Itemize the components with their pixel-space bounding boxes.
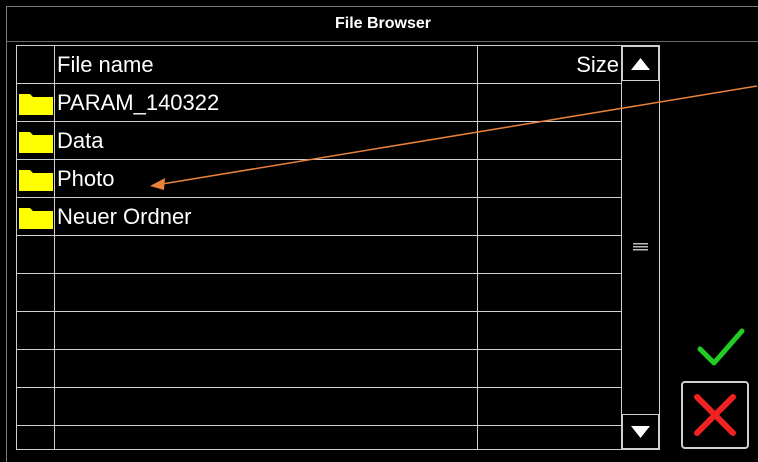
file-name <box>55 236 478 273</box>
file-table: File name Size PARAM_140322 Data Photo N… <box>16 45 622 450</box>
row-icon-cell <box>17 198 55 235</box>
table-row[interactable] <box>17 426 621 449</box>
triangle-down-icon <box>631 426 650 438</box>
column-header-name[interactable]: File name <box>55 46 478 83</box>
file-size <box>478 236 621 273</box>
file-size <box>478 198 621 235</box>
table-row[interactable]: Photo <box>17 160 621 198</box>
table-row[interactable]: Data <box>17 122 621 160</box>
header-icon-cell <box>17 46 55 83</box>
table-row[interactable] <box>17 388 621 426</box>
vertical-scrollbar[interactable] <box>621 45 660 450</box>
file-name: Neuer Ordner <box>55 198 478 235</box>
column-header-size[interactable]: Size <box>478 46 621 83</box>
window-title: File Browser <box>334 15 432 32</box>
x-icon <box>694 394 736 436</box>
file-name <box>55 426 478 449</box>
file-size <box>478 312 621 349</box>
title-bar: File Browser <box>7 7 758 42</box>
checkmark-icon <box>697 328 745 366</box>
table-row[interactable] <box>17 236 621 274</box>
scroll-down-button[interactable] <box>622 414 659 449</box>
table-row[interactable] <box>17 350 621 388</box>
table-header: File name Size <box>17 46 621 84</box>
table-row[interactable] <box>17 274 621 312</box>
row-icon-cell <box>17 388 55 425</box>
row-icon-cell <box>17 426 55 449</box>
triangle-up-icon <box>631 58 650 70</box>
table-row[interactable]: PARAM_140322 <box>17 84 621 122</box>
file-name <box>55 388 478 425</box>
row-icon-cell <box>17 312 55 349</box>
scroll-up-button[interactable] <box>622 46 659 81</box>
file-size <box>478 388 621 425</box>
row-icon-cell <box>17 84 55 121</box>
file-size <box>478 274 621 311</box>
file-name <box>55 274 478 311</box>
folder-icon <box>19 170 53 191</box>
cancel-button[interactable] <box>681 381 749 449</box>
ok-button[interactable] <box>690 323 750 373</box>
grip-icon[interactable] <box>633 243 648 251</box>
file-name: Data <box>55 122 478 159</box>
folder-icon <box>19 208 53 229</box>
folder-icon <box>19 94 53 115</box>
row-icon-cell <box>17 160 55 197</box>
file-size <box>478 160 621 197</box>
file-size <box>478 350 621 387</box>
file-size <box>478 84 621 121</box>
file-size <box>478 122 621 159</box>
row-icon-cell <box>17 274 55 311</box>
file-name: Photo <box>55 160 478 197</box>
row-icon-cell <box>17 122 55 159</box>
row-icon-cell <box>17 236 55 273</box>
file-name: PARAM_140322 <box>55 84 478 121</box>
table-row[interactable] <box>17 312 621 350</box>
file-name <box>55 350 478 387</box>
file-size <box>478 426 621 449</box>
file-name <box>55 312 478 349</box>
row-icon-cell <box>17 350 55 387</box>
table-row[interactable]: Neuer Ordner <box>17 198 621 236</box>
folder-icon <box>19 132 53 153</box>
